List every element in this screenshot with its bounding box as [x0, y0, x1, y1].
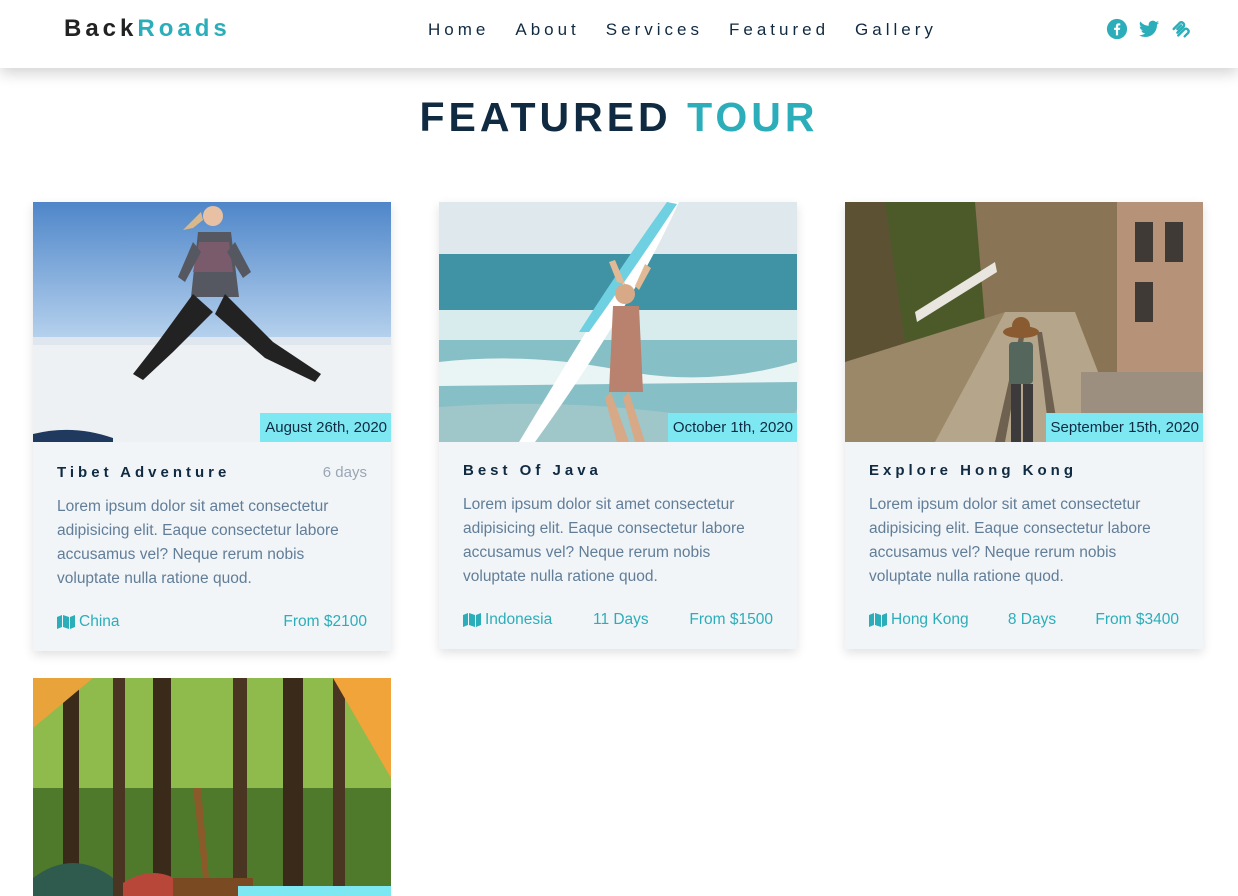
squarespace-icon[interactable] [1170, 18, 1192, 40]
tour-description: Lorem ipsum dolor sit amet consectetur a… [869, 496, 1151, 585]
tour-country: China [57, 613, 120, 631]
tour-country-label: China [79, 613, 120, 630]
tour-date: September 15th, 2020 [1045, 413, 1203, 442]
tour-country: Indonesia [463, 611, 552, 629]
tour-days: 6 days [322, 464, 367, 481]
brand-part-1: Back [64, 15, 138, 42]
twitter-icon[interactable] [1138, 18, 1160, 40]
brand-part-2: Roads [137, 15, 231, 42]
tour-price: From $1500 [689, 611, 773, 628]
section-title-main: FEATURED [419, 94, 672, 140]
nav-link-services[interactable]: Services [606, 20, 703, 40]
brand-logo[interactable]: BackRoads [64, 15, 231, 43]
section-title-accent: TOUR [687, 94, 819, 140]
tour-country-label: Hong Kong [891, 611, 969, 628]
tour-card: October 1th, 2020 Best Of Java Lorem ips… [439, 202, 797, 649]
navbar: BackRoads Home About Services Featured G… [0, 0, 1238, 68]
tour-info: Explore Hong Kong Lorem ipsum dolor sit … [845, 442, 1203, 649]
tour-image-hongkong[interactable]: September 15th, 2020 [845, 202, 1203, 442]
tour-card [33, 678, 391, 896]
tour-description: Lorem ipsum dolor sit amet consectetur a… [57, 498, 339, 587]
nav-link-home[interactable]: Home [428, 20, 489, 40]
tour-name: Best Of Java [463, 462, 602, 479]
map-icon [463, 613, 481, 627]
tour-name: Tibet Adventure [57, 464, 231, 481]
tour-date: October 1th, 2020 [667, 413, 797, 442]
tour-price: From $2100 [283, 613, 367, 630]
tour-country: Hong Kong [869, 611, 969, 629]
tour-card: August 26th, 2020 Tibet Adventure 6 days… [33, 202, 391, 651]
tour-card: September 15th, 2020 Explore Hong Kong L… [845, 202, 1203, 649]
tour-info: Best Of Java Lorem ipsum dolor sit amet … [439, 442, 797, 649]
tour-duration: 11 Days [592, 611, 649, 628]
tour-country-label: Indonesia [485, 611, 553, 628]
tour-price: From $3400 [1095, 611, 1179, 628]
tour-description: Lorem ipsum dolor sit amet consectetur a… [463, 496, 745, 585]
tour-image-java[interactable]: October 1th, 2020 [439, 202, 797, 442]
social-links [1106, 18, 1202, 40]
nav-links: Home About Services Featured Gallery [428, 20, 963, 40]
tour-info: Tibet Adventure 6 days Lorem ipsum dolor… [33, 442, 391, 651]
nav-link-featured[interactable]: Featured [729, 20, 829, 40]
tour-date: August 26th, 2020 [260, 413, 391, 442]
tour-name: Explore Hong Kong [869, 462, 1077, 479]
section-title: FEATURED TOUR [0, 94, 1238, 141]
tour-image-tibet[interactable]: August 26th, 2020 [33, 202, 391, 442]
tour-duration: 8 Days [1007, 611, 1057, 628]
map-icon [57, 615, 75, 629]
nav-link-gallery[interactable]: Gallery [855, 20, 937, 40]
tour-image-forest[interactable] [33, 678, 391, 896]
map-icon [869, 613, 887, 627]
nav-link-about[interactable]: About [515, 20, 579, 40]
facebook-icon[interactable] [1106, 18, 1128, 40]
